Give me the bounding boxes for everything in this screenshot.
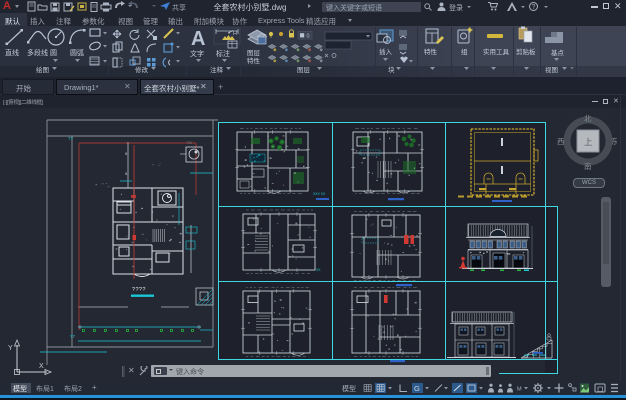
svg-text:文字: 文字 xyxy=(190,49,204,58)
svg-text:0: 0 xyxy=(307,34,310,40)
svg-text:东: 东 xyxy=(611,136,617,146)
svg-text:插入: 插入 xyxy=(379,47,393,56)
svg-text:G: G xyxy=(414,384,420,393)
svg-text:5: 5 xyxy=(125,151,128,156)
svg-text:H: H xyxy=(233,31,237,37)
svg-text:标注: 标注 xyxy=(216,49,230,58)
svg-text:特性: 特性 xyxy=(247,56,261,65)
svg-text:多段线: 多段线 xyxy=(27,48,48,57)
svg-text:西: 西 xyxy=(557,137,565,146)
svg-text:北: 北 xyxy=(584,114,592,123)
svg-text:????: ???? xyxy=(132,287,146,293)
svg-text:基点: 基点 xyxy=(551,48,565,57)
svg-text:组: 组 xyxy=(461,47,468,56)
svg-text:视图: 视图 xyxy=(545,65,558,74)
svg-text:5: 5 xyxy=(125,171,128,176)
svg-text:模型: 模型 xyxy=(342,384,356,393)
svg-text:X: X xyxy=(39,363,44,370)
svg-text:注释: 注释 xyxy=(210,65,224,74)
svg-text:755: 755 xyxy=(186,141,192,145)
svg-text:XX: XX xyxy=(316,268,321,272)
svg-text:南: 南 xyxy=(584,161,592,171)
svg-text:圆: 圆 xyxy=(50,49,57,57)
svg-text:块: 块 xyxy=(388,65,395,74)
svg-text:77: 77 xyxy=(68,136,74,141)
svg-text:圆弧: 圆弧 xyxy=(70,48,84,57)
svg-text:M: M xyxy=(517,387,522,393)
svg-text:特性: 特性 xyxy=(424,47,438,56)
svg-text:修改: 修改 xyxy=(135,65,149,74)
svg-text:实用工具: 实用工具 xyxy=(483,47,510,56)
svg-text:上: 上 xyxy=(584,137,593,147)
svg-text:77: 77 xyxy=(70,334,76,339)
svg-text:A: A xyxy=(191,28,205,50)
svg-text:XXX XX: XXX XX xyxy=(313,192,326,196)
svg-text:剪贴板: 剪贴板 xyxy=(516,47,536,56)
svg-text:Y: Y xyxy=(8,345,13,352)
svg-text:图层: 图层 xyxy=(297,66,311,74)
svg-text:直线: 直线 xyxy=(5,48,19,57)
svg-text:绘图: 绘图 xyxy=(36,65,49,74)
svg-text:图层: 图层 xyxy=(247,49,261,57)
